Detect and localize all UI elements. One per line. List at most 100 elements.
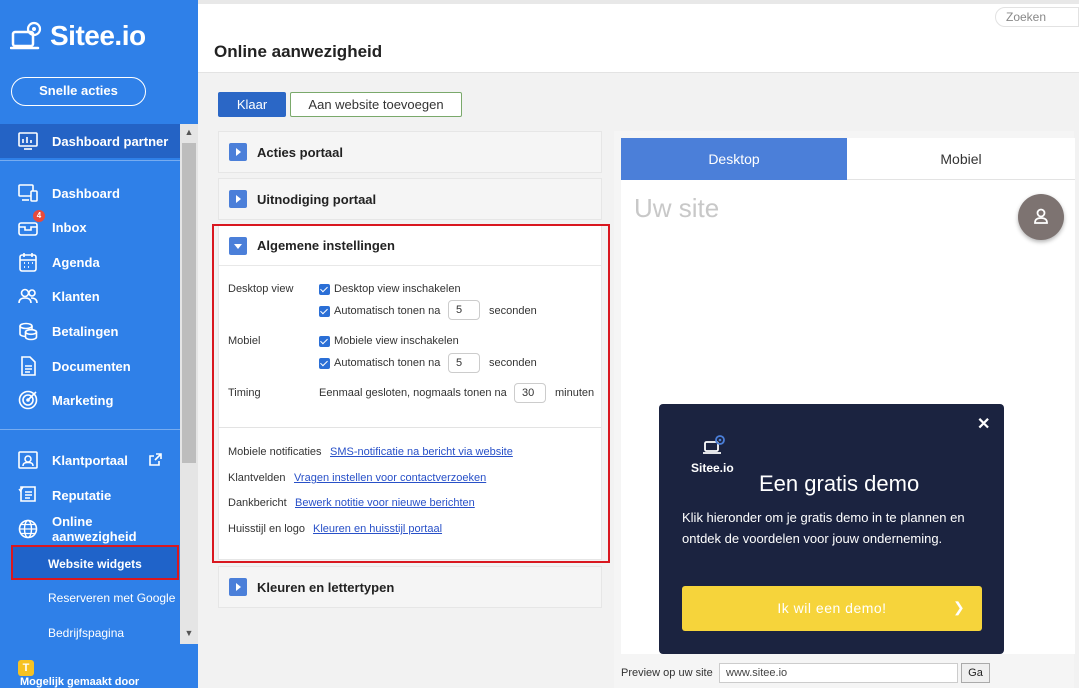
powered-by-logo-icon: T (18, 660, 34, 676)
sidebar-item-dashboard[interactable]: Dashboard (0, 176, 180, 210)
expand-icon[interactable] (229, 578, 247, 596)
desktop-seconds-input[interactable]: 5 (448, 300, 480, 320)
chart-monitor-icon (17, 130, 39, 152)
mobile-seconds-input[interactable]: 5 (448, 353, 480, 373)
tab-desktop[interactable]: Desktop (621, 138, 847, 180)
scroll-up-icon[interactable]: ▲ (184, 127, 194, 137)
sidebar-subitem-reserveren[interactable]: Reserveren met Google (48, 591, 175, 605)
sidebar-item-label: Inbox (52, 219, 87, 235)
top-bar: Zoeken (198, 0, 1079, 30)
page-title: Online aanwezigheid (214, 42, 383, 61)
expand-icon[interactable] (229, 190, 247, 208)
sidebar-item-betalingen[interactable]: Betalingen (0, 314, 180, 348)
preview-url-input[interactable]: www.sitee.io (719, 663, 958, 683)
fields-label: Klantvelden (228, 472, 286, 484)
minutes-label: minuten (555, 387, 595, 399)
mobile-auto-show-checkbox[interactable]: Automatisch tonen na (319, 357, 440, 369)
sidebar-item-label: Klantportaal (52, 452, 128, 468)
demo-logo-text: Sitee.io (691, 461, 734, 475)
expand-icon[interactable] (229, 143, 247, 161)
sidebar-item-online-aanwezigheid[interactable]: Online aanwezigheid (0, 512, 180, 546)
timing-label: Timing (228, 387, 261, 399)
mobile-enable-checkbox[interactable]: Mobiele view inschakelen (319, 335, 459, 347)
sidebar-item-inbox[interactable]: 4 Inbox (0, 210, 180, 244)
preview-url-label: Preview op uw site (621, 667, 713, 679)
demo-logo-icon (703, 435, 725, 454)
sidebar-item-label: Dashboard (52, 185, 120, 201)
desktop-auto-show-checkbox[interactable]: Automatisch tonen na (319, 305, 440, 317)
close-icon[interactable]: ✕ (977, 414, 990, 434)
checkbox-checked-icon (319, 357, 330, 369)
sidebar-item-agenda[interactable]: Agenda (0, 245, 180, 279)
quick-actions-button[interactable]: Snelle acties (11, 77, 146, 106)
sidebar-divider (0, 429, 180, 430)
notif-label: Mobiele notificaties (228, 446, 322, 458)
accordion-kleuren-lettertypen[interactable]: Kleuren en lettertypen (218, 566, 602, 608)
checkbox-checked-icon (319, 283, 330, 295)
page-header: Online aanwezigheid (198, 30, 1079, 73)
accordion-acties-portaal[interactable]: Acties portaal (218, 131, 602, 173)
demo-cta-button[interactable]: Ik wil een demo! (682, 586, 982, 631)
brand-name: Sitee.io (50, 20, 146, 51)
sidebar-footer: T Mogelijk gemaakt door (0, 644, 198, 688)
thanks-note-link[interactable]: Bewerk notitie voor nieuwe berichten (295, 497, 475, 509)
inbox-icon: 4 (17, 210, 45, 238)
external-link-icon[interactable] (148, 452, 163, 470)
sidebar-item-label: Betalingen (52, 323, 119, 339)
done-button[interactable]: Klaar (218, 92, 286, 117)
add-to-website-button[interactable]: Aan website toevoegen (290, 92, 462, 117)
sidebar-subitem-website-widgets-active[interactable]: Website widgets (48, 557, 142, 571)
document-icon (17, 355, 39, 377)
sidebar-item-klanten[interactable]: Klanten (0, 279, 180, 313)
seconds-label: seconden (489, 357, 537, 369)
sidebar-item-label: Documenten (52, 358, 131, 374)
mobile-label: Mobiel (228, 335, 261, 347)
go-button[interactable]: Ga (961, 663, 990, 683)
sidebar: Sitee.io Snelle acties Dashboard partner… (0, 0, 198, 688)
demo-title: Een gratis demo (759, 471, 920, 496)
accordion-title: Kleuren en lettertypen (257, 579, 395, 595)
site-placeholder: Uw site (634, 193, 720, 223)
seconds-label: seconden (489, 305, 537, 317)
tab-mobile[interactable]: Mobiel (847, 138, 1075, 180)
sidebar-scrollbar-thumb[interactable] (182, 143, 196, 463)
scroll-down-icon[interactable]: ▼ (184, 628, 194, 638)
inbox-count-badge: 4 (33, 210, 45, 222)
timing-text: Eenmaal gesloten, nogmaals tonen na (319, 387, 507, 399)
brand-logo[interactable]: Sitee.io (10, 20, 146, 52)
accordion-title: Acties portaal (257, 144, 343, 160)
sidebar-item-label: Dashboard partner (52, 133, 169, 149)
widget-launcher-button[interactable] (1018, 194, 1064, 240)
thanks-label: Dankbericht (228, 497, 287, 509)
sidebar-item-label: Marketing (52, 392, 114, 408)
checkbox-checked-icon (319, 305, 330, 317)
reputation-icon (17, 484, 39, 506)
globe-icon (17, 518, 39, 540)
sidebar-item-reputatie[interactable]: Reputatie (0, 478, 180, 512)
checkbox-label: Desktop view inschakelen (334, 283, 461, 295)
sidebar-item-marketing[interactable]: Marketing (0, 383, 180, 417)
desktop-enable-checkbox[interactable]: Desktop view inschakelen (319, 283, 461, 295)
sidebar-item-documenten[interactable]: Documenten (0, 349, 180, 383)
sms-notification-link[interactable]: SMS-notificatie na bericht via website (330, 446, 513, 458)
sidebar-subitem-bedrijfspagina[interactable]: Bedrijfspagina (48, 626, 124, 640)
sitee-logo-icon (10, 21, 42, 50)
portal-icon (17, 449, 39, 471)
accordion-uitnodiging-portaal[interactable]: Uitnodiging portaal (218, 178, 602, 220)
monitor-icon (17, 182, 39, 204)
chevron-right-icon: ❯ (953, 599, 965, 615)
contact-questions-link[interactable]: Vragen instellen voor contactverzoeken (294, 472, 486, 484)
coins-icon (17, 320, 39, 342)
search-input[interactable]: Zoeken (995, 7, 1079, 27)
checkbox-label: Mobiele view inschakelen (334, 335, 459, 347)
sidebar-item-label: Agenda (52, 254, 100, 270)
calendar-icon (17, 251, 39, 273)
sidebar-item-dashboard-partner[interactable]: Dashboard partner (0, 124, 180, 158)
demo-description: Klik hieronder om je gratis demo in te p… (682, 510, 965, 546)
target-icon (17, 389, 39, 411)
timing-minutes-input[interactable]: 30 (514, 383, 546, 403)
style-label: Huisstijl en logo (228, 523, 306, 535)
settings-divider (219, 427, 601, 428)
style-portal-link[interactable]: Kleuren en huisstijl portaal (313, 523, 442, 535)
sidebar-item-klantportaal[interactable]: Klantportaal (0, 443, 180, 477)
